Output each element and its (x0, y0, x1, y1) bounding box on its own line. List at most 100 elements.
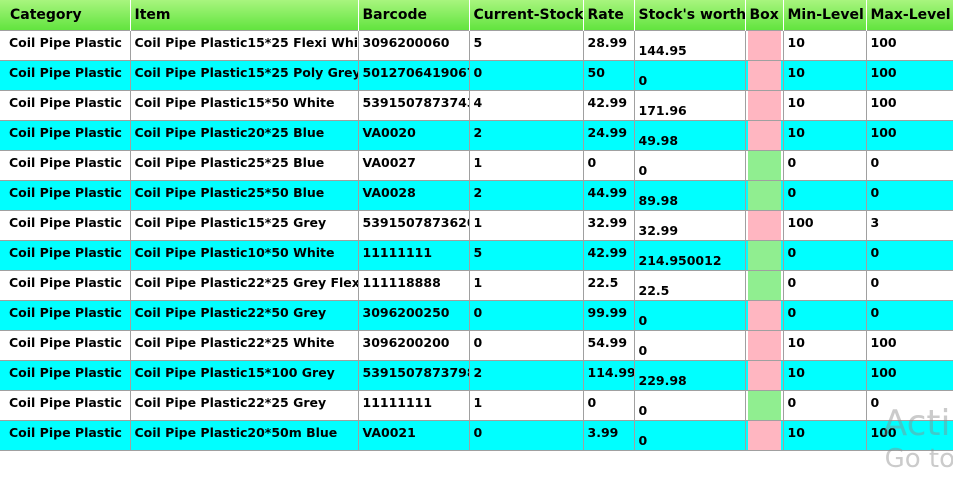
cell-current-stock[interactable]: 1 (468, 150, 584, 181)
cell-min-level[interactable]: 10 (782, 30, 867, 61)
cell-category[interactable]: Coil Pipe Plastic (0, 300, 131, 331)
column-header-stock-worth[interactable]: Stock's worth (633, 0, 745, 31)
table-row[interactable]: Coil Pipe Plastic Coil Pipe Plastic15*100… (0, 360, 953, 391)
cell-barcode[interactable]: VA0020 (357, 120, 470, 151)
cell-max-level[interactable]: 100 (865, 330, 953, 361)
column-header-min-level[interactable]: Min-Level (782, 0, 866, 31)
cell-category[interactable]: Coil Pipe Plastic (0, 180, 131, 211)
table-row[interactable]: Coil Pipe Plastic Coil Pipe Plastic15*25 … (0, 210, 953, 241)
cell-box[interactable] (744, 30, 784, 61)
cell-stock-worth[interactable]: 0 (633, 150, 746, 181)
cell-stock-worth[interactable]: 22.5 (633, 270, 746, 301)
cell-barcode[interactable]: 5391507873743 (357, 90, 470, 121)
cell-stock-worth[interactable]: 0 (633, 300, 746, 331)
cell-min-level[interactable]: 10 (782, 90, 867, 121)
cell-max-level[interactable]: 0 (865, 270, 953, 301)
cell-rate[interactable]: 114.99 (582, 360, 635, 391)
cell-current-stock[interactable]: 1 (468, 270, 584, 301)
cell-item[interactable]: Coil Pipe Plastic25*50 Blue (129, 180, 359, 211)
cell-category[interactable]: Coil Pipe Plastic (0, 90, 131, 121)
cell-rate[interactable]: 3.99 (582, 420, 635, 451)
column-header-category[interactable]: Category (0, 0, 130, 31)
cell-rate[interactable]: 28.99 (582, 30, 635, 61)
cell-item[interactable]: Coil Pipe Plastic20*50m Blue (129, 420, 359, 451)
cell-stock-worth[interactable]: 32.99 (633, 210, 746, 241)
cell-rate[interactable]: 0 (582, 150, 635, 181)
cell-min-level[interactable]: 0 (782, 390, 867, 421)
cell-stock-worth[interactable]: 144.95 (633, 30, 746, 61)
cell-category[interactable]: Coil Pipe Plastic (0, 360, 131, 391)
cell-barcode[interactable]: VA0021 (357, 420, 470, 451)
cell-min-level[interactable]: 0 (782, 300, 867, 331)
cell-box[interactable] (744, 120, 784, 151)
cell-item[interactable]: Coil Pipe Plastic15*25 Poly Grey (129, 60, 359, 91)
cell-box[interactable] (744, 90, 784, 121)
table-row[interactable]: Coil Pipe Plastic Coil Pipe Plastic20*25 … (0, 120, 953, 151)
cell-box[interactable] (744, 420, 784, 451)
cell-max-level[interactable]: 0 (865, 240, 953, 271)
cell-box[interactable] (744, 300, 784, 331)
cell-category[interactable]: Coil Pipe Plastic (0, 240, 131, 271)
cell-stock-worth[interactable]: 0 (633, 330, 746, 361)
cell-box[interactable] (744, 60, 784, 91)
table-row[interactable]: Coil Pipe Plastic Coil Pipe Plastic25*25 … (0, 150, 953, 181)
cell-current-stock[interactable]: 0 (468, 300, 584, 331)
cell-min-level[interactable]: 0 (782, 150, 867, 181)
cell-min-level[interactable]: 10 (782, 420, 867, 451)
cell-barcode[interactable]: 5391507873798 (357, 360, 470, 391)
cell-barcode[interactable]: 3096200250 (357, 300, 470, 331)
cell-item[interactable]: Coil Pipe Plastic20*25 Blue (129, 120, 359, 151)
cell-category[interactable]: Coil Pipe Plastic (0, 330, 131, 361)
cell-rate[interactable]: 32.99 (582, 210, 635, 241)
cell-max-level[interactable]: 0 (865, 300, 953, 331)
cell-barcode[interactable]: 5012706419067 (357, 60, 470, 91)
cell-rate[interactable]: 54.99 (582, 330, 635, 361)
cell-min-level[interactable]: 10 (782, 360, 867, 391)
cell-barcode[interactable]: 3096200060 (357, 30, 470, 61)
cell-category[interactable]: Coil Pipe Plastic (0, 120, 131, 151)
cell-item[interactable]: Coil Pipe Plastic25*25 Blue (129, 150, 359, 181)
cell-item[interactable]: Coil Pipe Plastic15*25 Grey (129, 210, 359, 241)
cell-current-stock[interactable]: 2 (468, 360, 584, 391)
cell-stock-worth[interactable]: 214.950012 (633, 240, 746, 271)
cell-rate[interactable]: 0 (582, 390, 635, 421)
cell-current-stock[interactable]: 5 (468, 30, 584, 61)
cell-stock-worth[interactable]: 89.98 (633, 180, 746, 211)
cell-current-stock[interactable]: 5 (468, 240, 584, 271)
table-row[interactable]: Coil Pipe Plastic Coil Pipe Plastic22*25 … (0, 390, 953, 421)
cell-item[interactable]: Coil Pipe Plastic22*25 Grey (129, 390, 359, 421)
cell-min-level[interactable]: 0 (782, 180, 867, 211)
cell-current-stock[interactable]: 4 (468, 90, 584, 121)
cell-current-stock[interactable]: 0 (468, 330, 584, 361)
cell-min-level[interactable]: 10 (782, 60, 867, 91)
cell-box[interactable] (744, 330, 784, 361)
cell-max-level[interactable]: 100 (865, 120, 953, 151)
column-header-rate[interactable]: Rate (582, 0, 634, 31)
table-row[interactable]: Coil Pipe Plastic Coil Pipe Plastic22*50 … (0, 300, 953, 331)
cell-rate[interactable]: 42.99 (582, 240, 635, 271)
cell-item[interactable]: Coil Pipe Plastic22*25 White (129, 330, 359, 361)
cell-box[interactable] (744, 390, 784, 421)
cell-box[interactable] (744, 240, 784, 271)
cell-rate[interactable]: 44.99 (582, 180, 635, 211)
column-header-barcode[interactable]: Barcode (357, 0, 469, 31)
table-row[interactable]: Coil Pipe Plastic Coil Pipe Plastic15*50 … (0, 90, 953, 121)
column-header-max-level[interactable]: Max-Level (865, 0, 953, 31)
cell-barcode[interactable]: 5391507873620 (357, 210, 470, 241)
cell-rate[interactable]: 22.5 (582, 270, 635, 301)
cell-max-level[interactable]: 100 (865, 420, 953, 451)
cell-rate[interactable]: 24.99 (582, 120, 635, 151)
cell-stock-worth[interactable]: 0 (633, 390, 746, 421)
cell-barcode[interactable]: 3096200200 (357, 330, 470, 361)
cell-max-level[interactable]: 100 (865, 90, 953, 121)
table-row[interactable]: Coil Pipe Plastic Coil Pipe Plastic25*50 … (0, 180, 953, 211)
cell-item[interactable]: Coil Pipe Plastic15*25 Flexi White (129, 30, 359, 61)
cell-category[interactable]: Coil Pipe Plastic (0, 390, 131, 421)
cell-stock-worth[interactable]: 0 (633, 420, 746, 451)
cell-category[interactable]: Coil Pipe Plastic (0, 60, 131, 91)
cell-barcode[interactable]: 11111111 (357, 240, 470, 271)
cell-current-stock[interactable]: 0 (468, 420, 584, 451)
cell-min-level[interactable]: 10 (782, 330, 867, 361)
cell-rate[interactable]: 99.99 (582, 300, 635, 331)
cell-max-level[interactable]: 3 (865, 210, 953, 241)
